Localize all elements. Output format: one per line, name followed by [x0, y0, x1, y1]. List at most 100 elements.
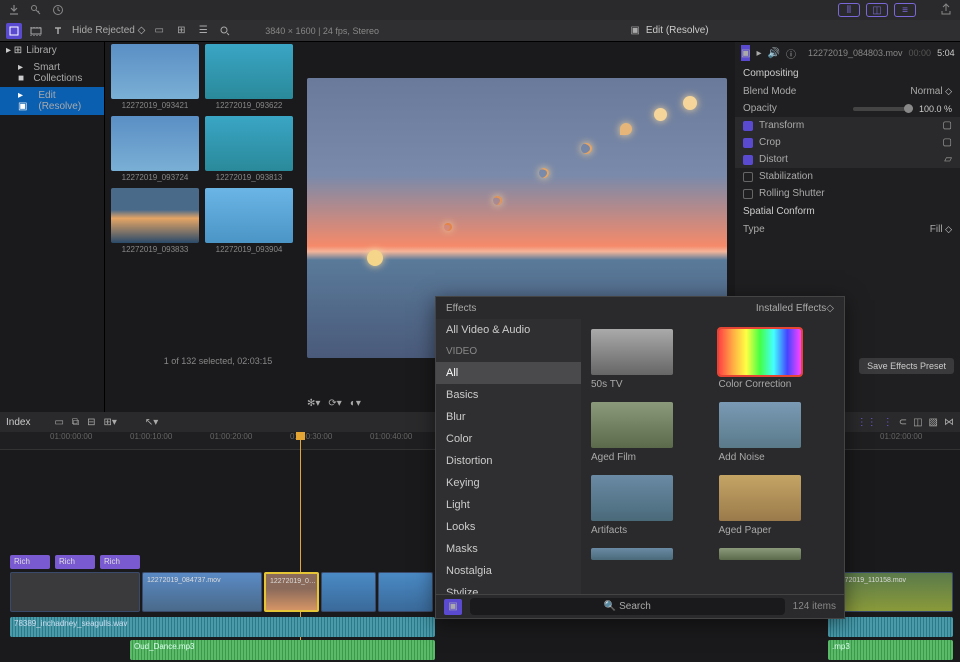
share-icon[interactable] — [940, 3, 952, 17]
effects-browser: Effects Installed Effects◇ All Video & A… — [435, 296, 845, 619]
transform-reset-icon[interactable]: ▢ — [943, 120, 952, 131]
audio-clip[interactable]: 78389_inchadney_seagulls.wav — [10, 617, 435, 637]
fx-cat-keying[interactable]: Keying — [436, 472, 581, 494]
audio-clip-2[interactable]: .mp3 — [828, 640, 953, 660]
effect-artifacts[interactable]: Artifacts — [591, 475, 707, 536]
blend-mode-dropdown[interactable]: Normal ◇ — [910, 86, 952, 97]
effect-50s-tv[interactable]: 50s TV — [591, 329, 707, 390]
spatial-conform-header: Spatial Conform — [735, 202, 960, 221]
crop-reset-icon[interactable]: ▢ — [943, 137, 952, 148]
clip-thumb[interactable]: 12272019_093724 — [111, 116, 199, 182]
transform-checkbox[interactable] — [743, 121, 753, 131]
crop-checkbox[interactable] — [743, 138, 753, 148]
tl-tool-4[interactable]: ⊞▾ — [103, 417, 116, 428]
audio-clip[interactable] — [828, 617, 953, 637]
filmstrip-icon[interactable] — [28, 23, 44, 39]
library-sidebar: ▸ ⊞ Library ▸ ■ Smart Collections ▸ ▣ Ed… — [0, 42, 105, 412]
layout-button-2[interactable]: ◫ — [866, 3, 888, 17]
save-effects-preset-button[interactable]: Save Effects Preset — [859, 358, 954, 374]
tl-effects-icon[interactable]: ▧ — [929, 417, 938, 428]
fx-cat-all[interactable]: All — [436, 362, 581, 384]
clip-thumb[interactable]: 12272019_093833 — [111, 188, 199, 254]
video-clip-selected[interactable]: 12272019_0… — [264, 572, 319, 612]
fx-cat-all-va[interactable]: All Video & Audio — [436, 319, 581, 341]
tl-audio-skimming-icon[interactable]: ⋮ — [883, 417, 893, 428]
audio-inspector-tab[interactable]: ▸ — [756, 45, 761, 61]
effects-title: Effects — [446, 303, 476, 314]
effect-extra-1[interactable] — [591, 548, 707, 560]
title-clip[interactable]: Rich — [55, 555, 95, 569]
layout-button-3[interactable]: ≡ — [894, 3, 916, 17]
fx-cat-color[interactable]: Color — [436, 428, 581, 450]
title-icon[interactable] — [50, 23, 66, 39]
clip-thumb[interactable]: 12272019_093622 — [205, 44, 293, 110]
title-clip[interactable]: Rich — [10, 555, 50, 569]
tl-trans-icon[interactable]: ⋈ — [944, 417, 954, 428]
opacity-slider[interactable] — [853, 107, 913, 111]
video-clip[interactable] — [321, 572, 376, 612]
search-icon[interactable] — [217, 23, 233, 39]
tl-tool-1[interactable]: ▭ — [54, 417, 63, 428]
list-icon[interactable]: ☰ — [195, 23, 211, 39]
video-clip[interactable] — [378, 572, 433, 612]
fx-cat-light[interactable]: Light — [436, 494, 581, 516]
import-icon[interactable] — [8, 4, 20, 16]
browser-status: 1 of 132 selected, 02:03:15 — [118, 356, 318, 366]
clip-appearance-icon[interactable]: ▭ — [151, 23, 167, 39]
rolling-shutter-checkbox[interactable] — [743, 189, 753, 199]
fx-cat-nostalgia[interactable]: Nostalgia — [436, 560, 581, 582]
fx-cat-stylize[interactable]: Stylize — [436, 582, 581, 594]
clip-thumb[interactable]: 12272019_093813 — [205, 116, 293, 182]
select-tool-icon[interactable]: ↖▾ — [145, 417, 158, 428]
distort-reset-icon[interactable]: ▱ — [944, 154, 952, 165]
video-clip[interactable]: 12272019_110158.mov — [828, 572, 953, 612]
enhance-icon[interactable]: ◐▾ — [350, 398, 361, 409]
tl-tool-2[interactable]: ⧉ — [72, 417, 79, 428]
video-clip-gap[interactable] — [10, 572, 140, 612]
system-bar: ⦀ ◫ ≡ — [0, 0, 960, 20]
sidebar-item-edit[interactable]: ▸ ▣ Edit (Resolve) — [0, 87, 104, 115]
effects-preset-icon[interactable]: ✻▾ — [307, 398, 320, 409]
key-icon[interactable] — [30, 4, 42, 16]
fx-browser-icon[interactable]: ▣ — [444, 599, 462, 615]
volume-icon[interactable]: 🔊 — [767, 45, 779, 61]
stabilization-checkbox[interactable] — [743, 172, 753, 182]
effect-aged-film[interactable]: Aged Film — [591, 402, 707, 463]
title-clip[interactable]: Rich — [100, 555, 140, 569]
fx-cat-looks[interactable]: Looks — [436, 516, 581, 538]
grid-icon[interactable]: ⊞ — [173, 23, 189, 39]
effect-add-noise[interactable]: Add Noise — [719, 402, 835, 463]
fx-cat-masks[interactable]: Masks — [436, 538, 581, 560]
effect-color-correction[interactable]: Color Correction — [719, 329, 835, 390]
effects-search-input[interactable]: 🔍 Search — [470, 598, 785, 615]
index-button[interactable]: Index — [6, 417, 30, 428]
video-clip[interactable]: 12272019_084737.mov — [142, 572, 262, 612]
sidebar-item-smart-collections[interactable]: ▸ ■ Smart Collections — [0, 59, 104, 87]
tl-snapping-icon[interactable]: ◫ — [913, 417, 922, 428]
audio-clip-2[interactable]: Oud_Dance.mp3 — [130, 640, 435, 660]
tl-skimming-icon[interactable]: ⋮⋮ — [857, 417, 877, 428]
clip-thumb[interactable]: 12272019_093421 — [111, 44, 199, 110]
library-tab-icon[interactable] — [6, 23, 22, 39]
clock-icon[interactable] — [52, 4, 64, 16]
effect-extra-2[interactable] — [719, 548, 835, 560]
clapper-icon: ▣ — [630, 25, 639, 36]
layout-button-1[interactable]: ⦀ — [838, 3, 860, 17]
info-inspector-tab[interactable]: ⓘ — [786, 45, 796, 61]
fx-cat-basics[interactable]: Basics — [436, 384, 581, 406]
fx-cat-blur[interactable]: Blur — [436, 406, 581, 428]
video-inspector-tab[interactable]: ▣ — [741, 45, 750, 61]
effect-aged-paper[interactable]: Aged Paper — [719, 475, 835, 536]
clip-thumb[interactable]: 12272019_093904 — [205, 188, 293, 254]
tl-solo-icon[interactable]: ⊂ — [899, 417, 907, 428]
distort-checkbox[interactable] — [743, 155, 753, 165]
resolution-info: 3840 × 1600 | 24 fps, Stereo — [265, 26, 379, 36]
type-dropdown[interactable]: Fill ◇ — [930, 224, 952, 235]
fx-cat-distortion[interactable]: Distortion — [436, 450, 581, 472]
installed-effects-dropdown[interactable]: Installed Effects◇ — [756, 303, 834, 314]
hide-rejected-dropdown[interactable]: Hide Rejected ◇ — [72, 25, 145, 36]
tl-tool-3[interactable]: ⊟ — [87, 417, 95, 428]
library-header[interactable]: ▸ ⊞ Library — [0, 42, 104, 59]
effects-count: 124 items — [793, 601, 836, 612]
retime-icon[interactable]: ⟳▾ — [328, 398, 341, 409]
